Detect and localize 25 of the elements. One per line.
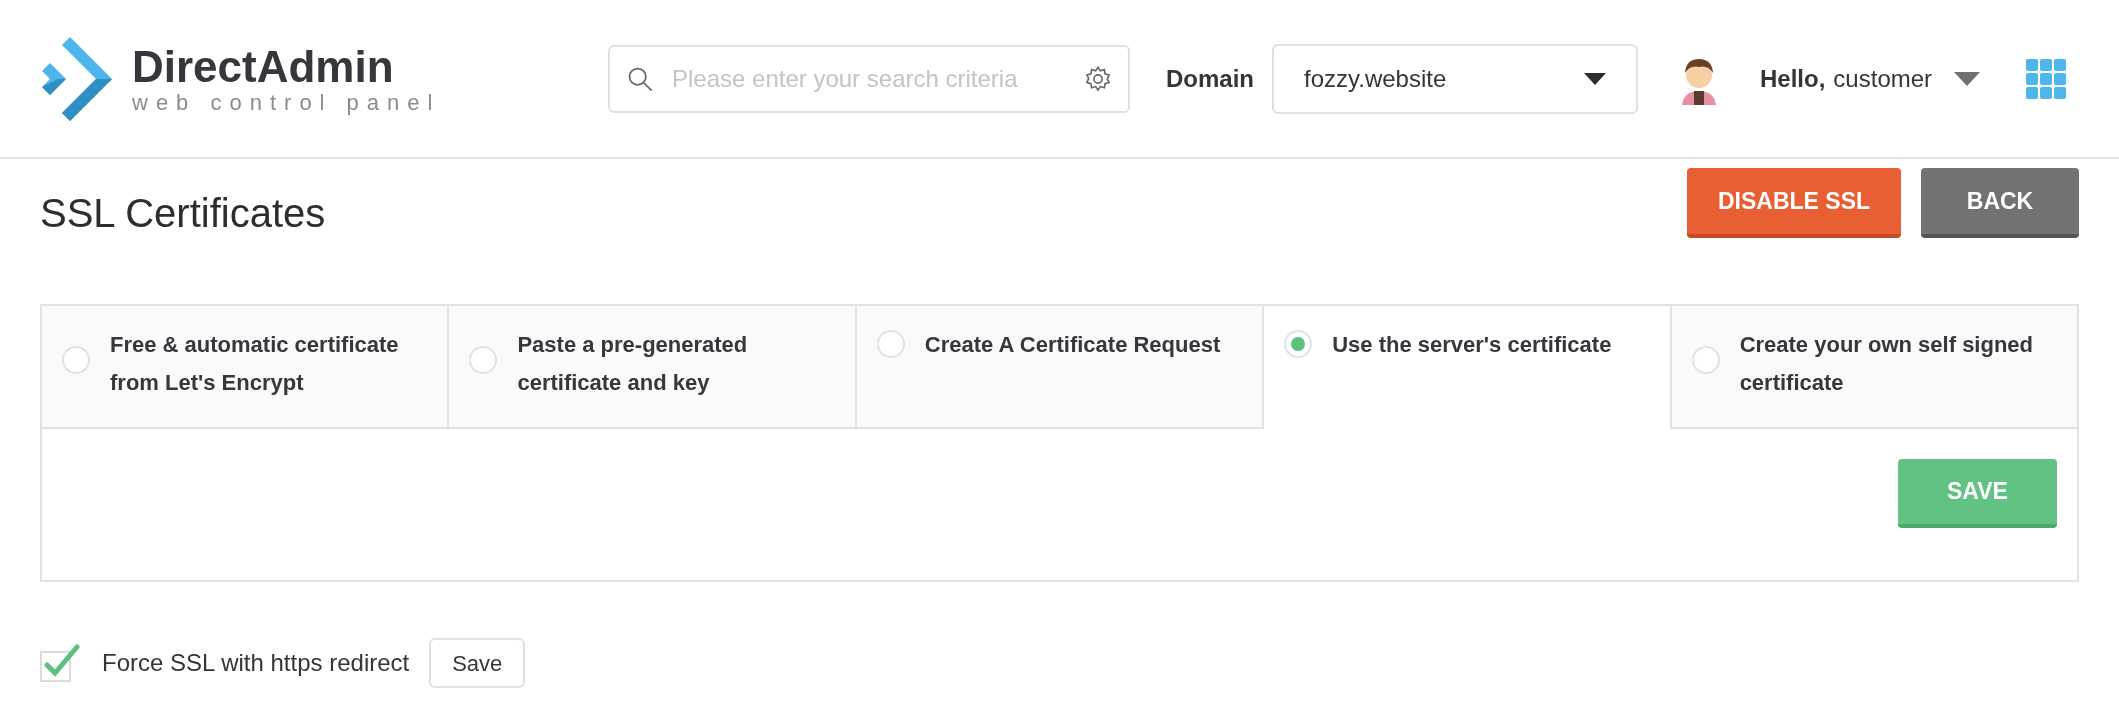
domain-label: Domain	[1166, 63, 1254, 94]
settings-icon[interactable]	[1084, 64, 1112, 93]
user-greeting[interactable]: Hello,	[1760, 60, 1826, 97]
user-name[interactable]: customer	[1833, 60, 1933, 97]
radio-button[interactable]	[62, 346, 90, 374]
domain-select[interactable]: fozzy.website	[1272, 43, 1638, 114]
header-button[interactable]: BACK	[1921, 168, 2079, 238]
checkbox[interactable]	[40, 643, 80, 683]
certificate-tab[interactable]: Paste a pre-generated certificate and key	[447, 306, 855, 429]
radio-button[interactable]	[1284, 330, 1313, 358]
caret-icon[interactable]	[1954, 71, 1981, 86]
radio-button[interactable]	[469, 346, 498, 374]
radio-button[interactable]	[1691, 346, 1720, 374]
logo-subtitle: web control panel	[132, 90, 441, 115]
caret-icon	[1584, 72, 1606, 85]
search-field[interactable]: Please enter your search criteria	[608, 44, 1130, 113]
page-title: SSL Certificates	[40, 190, 326, 237]
logo-title: DirectAdmin	[132, 42, 395, 91]
certificate-tab[interactable]: Create your own self signed certificate	[1669, 306, 2078, 429]
certificate-tab[interactable]: Free & automatic certificate from Let's Encrypt	[42, 306, 448, 429]
certificate-tab[interactable]: Create A Certificate Request	[854, 306, 1263, 429]
force-ssl-label: Force SSL with https redirect	[102, 648, 410, 678]
force-ssl-save-button[interactable]: Save	[429, 638, 526, 688]
apps-grid-icon[interactable]	[2026, 58, 2067, 99]
radio-button[interactable]	[876, 330, 905, 358]
